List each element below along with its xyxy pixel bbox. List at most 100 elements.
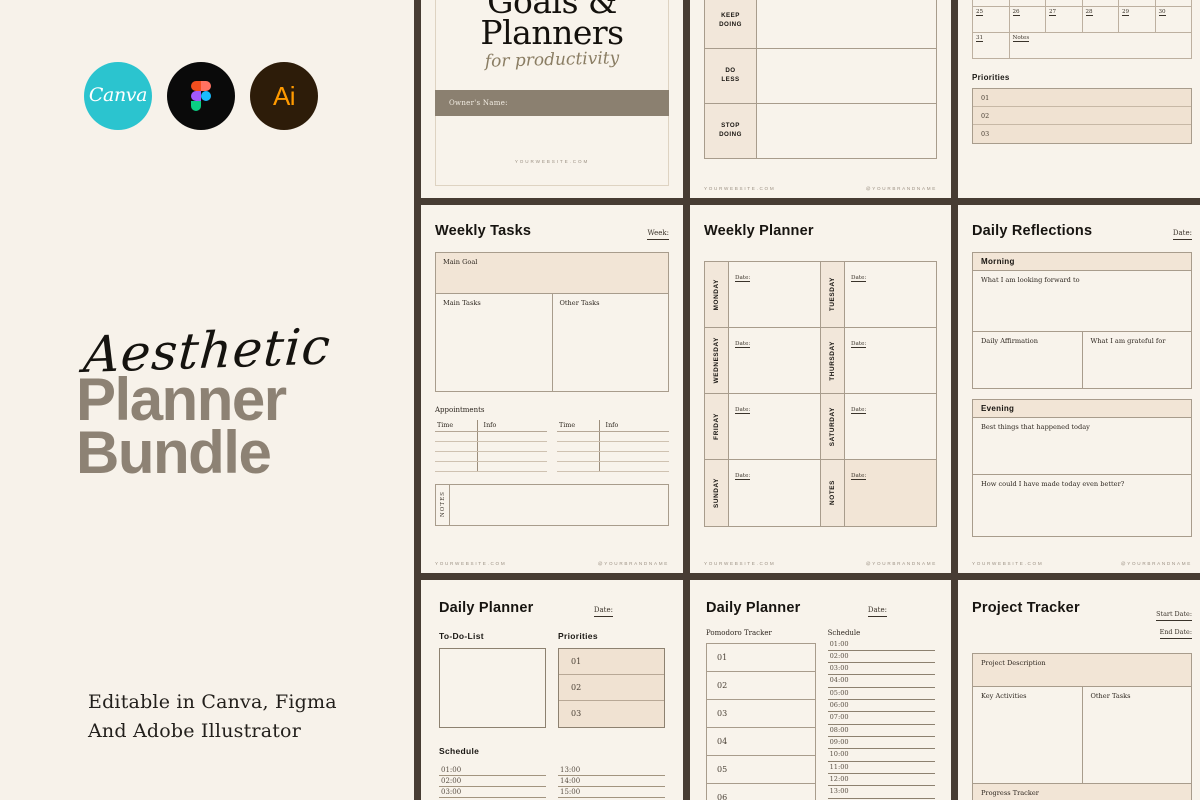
- morning-prompt-area[interactable]: What I am looking forward to: [973, 271, 1191, 331]
- list-item[interactable]: 05: [707, 756, 815, 784]
- list-item[interactable]: 02: [973, 107, 1191, 125]
- key-activities-column[interactable]: Key Activities: [973, 686, 1083, 784]
- date-field[interactable]: Date:: [735, 407, 751, 414]
- cover-website: YOURWEBSITE.COM: [514, 159, 590, 164]
- page-title: Project Tracker: [972, 600, 1080, 616]
- date-field[interactable]: Date:: [851, 341, 867, 348]
- date-field[interactable]: Date:: [851, 473, 867, 480]
- table-row[interactable]: STOP DOING: [704, 104, 937, 159]
- schedule-row[interactable]: 13:00: [558, 765, 665, 776]
- owner-name-field[interactable]: Owner's Name:: [435, 90, 669, 117]
- progress-tracker-box[interactable]: Progress Tracker: [972, 784, 1192, 800]
- table-row[interactable]: FRIDAY Date: SATURDAY Date:: [705, 394, 936, 460]
- list-item[interactable]: 06: [707, 784, 815, 800]
- list-item[interactable]: 04: [707, 728, 815, 756]
- row-input-area[interactable]: [757, 0, 936, 48]
- list-item[interactable]: 02: [559, 674, 664, 701]
- date-field[interactable]: Date:: [735, 341, 751, 348]
- date-field[interactable]: Date:: [867, 605, 887, 617]
- schedule-list[interactable]: 01:00 02:00 03:00 04:00 05:00 06:00 07:0…: [827, 639, 935, 800]
- priorities-list[interactable]: 01 02 03: [558, 647, 665, 728]
- list-item[interactable]: 01: [559, 648, 664, 675]
- schedule-row[interactable]: 09:00: [827, 737, 935, 750]
- appointments-table[interactable]: Time Info Time Info: [435, 419, 669, 472]
- schedule-row[interactable]: 02:00: [439, 776, 546, 787]
- weekly-grid[interactable]: MONDAY Date: TUESDAY Date: WEDNESDAY Dat…: [704, 261, 937, 527]
- day-cell[interactable]: Date:: [845, 262, 936, 327]
- list-item[interactable]: 03: [707, 700, 815, 728]
- date-field[interactable]: Date:: [735, 473, 751, 480]
- notes-cell[interactable]: Date:: [845, 460, 936, 526]
- date-field[interactable]: Date:: [735, 275, 751, 282]
- day-cell[interactable]: Date:: [729, 394, 821, 459]
- main-tasks-column[interactable]: Main Tasks: [436, 293, 553, 391]
- date-field[interactable]: Date:: [593, 605, 613, 617]
- day-cell[interactable]: Date:: [845, 394, 936, 459]
- appointments-right[interactable]: Time Info: [557, 419, 669, 472]
- page-title: Weekly Planner: [704, 223, 814, 239]
- table-row[interactable]: 31 Notes: [972, 32, 1192, 59]
- table-row[interactable]: MONDAY Date: TUESDAY Date:: [705, 262, 936, 328]
- schedule-row[interactable]: 07:00: [827, 712, 935, 725]
- pomodoro-schedule-row: Pomodoro Tracker 01 02 03 04 05 06 Sched…: [706, 629, 935, 800]
- week-field[interactable]: Week:: [647, 228, 669, 240]
- day-cell[interactable]: Date:: [729, 262, 821, 327]
- priorities-list[interactable]: 01 02 03: [972, 88, 1192, 144]
- schedule-row[interactable]: 04:00: [827, 675, 935, 688]
- schedule-row[interactable]: 13:00: [827, 786, 935, 799]
- date-field[interactable]: Date:: [1172, 228, 1192, 240]
- notes-box[interactable]: NOTES: [435, 483, 669, 526]
- row-input-area[interactable]: [757, 104, 936, 158]
- day-cell[interactable]: Date:: [845, 328, 936, 393]
- other-tasks-column[interactable]: Other Tasks: [1083, 687, 1192, 784]
- schedule-row[interactable]: 01:00: [439, 765, 546, 776]
- schedule-row[interactable]: 12:00: [827, 774, 935, 787]
- evening-prompt-2-area[interactable]: How could I have made today even better?: [973, 473, 1191, 536]
- row-input-area[interactable]: [757, 49, 936, 103]
- list-item[interactable]: 01: [707, 644, 815, 672]
- schedule-row[interactable]: 08:00: [827, 725, 935, 738]
- schedule-row[interactable]: 11:00: [827, 762, 935, 775]
- schedule-row[interactable]: 15:00: [558, 787, 665, 798]
- schedule-left-column[interactable]: 01:00 02:00 03:00: [439, 765, 546, 798]
- schedule-row[interactable]: 10:00: [827, 749, 935, 762]
- other-tasks-column[interactable]: Other Tasks: [553, 294, 669, 391]
- gratitude-area[interactable]: What I am grateful for: [1083, 332, 1192, 388]
- end-date-field[interactable]: End Date:: [1159, 628, 1192, 639]
- table-row[interactable]: WEDNESDAY Date: THURSDAY Date:: [705, 328, 936, 394]
- date-field[interactable]: Date:: [851, 275, 867, 282]
- evening-section: Evening Best things that happened today …: [972, 398, 1192, 537]
- project-description-box[interactable]: Project Description: [972, 653, 1192, 687]
- date-field[interactable]: Date:: [851, 407, 867, 414]
- affirmation-area[interactable]: Daily Affirmation: [973, 331, 1083, 388]
- schedule-row[interactable]: 14:00: [558, 776, 665, 787]
- table-row: Time Info: [435, 419, 547, 432]
- schedule-row[interactable]: 02:00: [827, 651, 935, 664]
- schedule-right-column[interactable]: 13:00 14:00 15:00: [558, 765, 665, 798]
- notes-input-area[interactable]: [450, 485, 668, 525]
- schedule-row[interactable]: 03:00: [439, 787, 546, 798]
- calendar-table[interactable]: 25 26 27 28 29 30 31 Notes: [972, 0, 1192, 59]
- schedule-heading: Schedule: [827, 628, 861, 637]
- table-row[interactable]: 25 26 27 28 29 30: [972, 6, 1192, 33]
- table-row: [557, 441, 669, 452]
- schedule-row[interactable]: 05:00: [827, 688, 935, 701]
- appointments-left[interactable]: Time Info: [435, 419, 547, 472]
- table-row[interactable]: DO LESS: [704, 49, 937, 104]
- evening-prompt-1-area[interactable]: Best things that happened today: [973, 418, 1191, 474]
- list-item[interactable]: 01: [973, 89, 1191, 107]
- table-row[interactable]: KEEP DOING: [704, 0, 937, 49]
- pomodoro-list[interactable]: 01 02 03 04 05 06: [706, 642, 816, 800]
- schedule-row[interactable]: 03:00: [827, 663, 935, 676]
- table-row[interactable]: SUNDAY Date: NOTES Date:: [705, 460, 936, 526]
- day-cell[interactable]: Date:: [729, 328, 821, 393]
- main-goal-box[interactable]: Main Goal: [435, 251, 669, 294]
- start-date-field[interactable]: Start Date:: [1156, 610, 1192, 621]
- schedule-row[interactable]: 01:00: [827, 639, 935, 651]
- list-item[interactable]: 02: [707, 672, 815, 700]
- schedule-row[interactable]: 06:00: [827, 700, 935, 713]
- day-cell[interactable]: Date:: [729, 460, 821, 526]
- todo-input-box[interactable]: [439, 647, 546, 728]
- list-item[interactable]: 03: [973, 125, 1191, 143]
- list-item[interactable]: 03: [559, 700, 664, 727]
